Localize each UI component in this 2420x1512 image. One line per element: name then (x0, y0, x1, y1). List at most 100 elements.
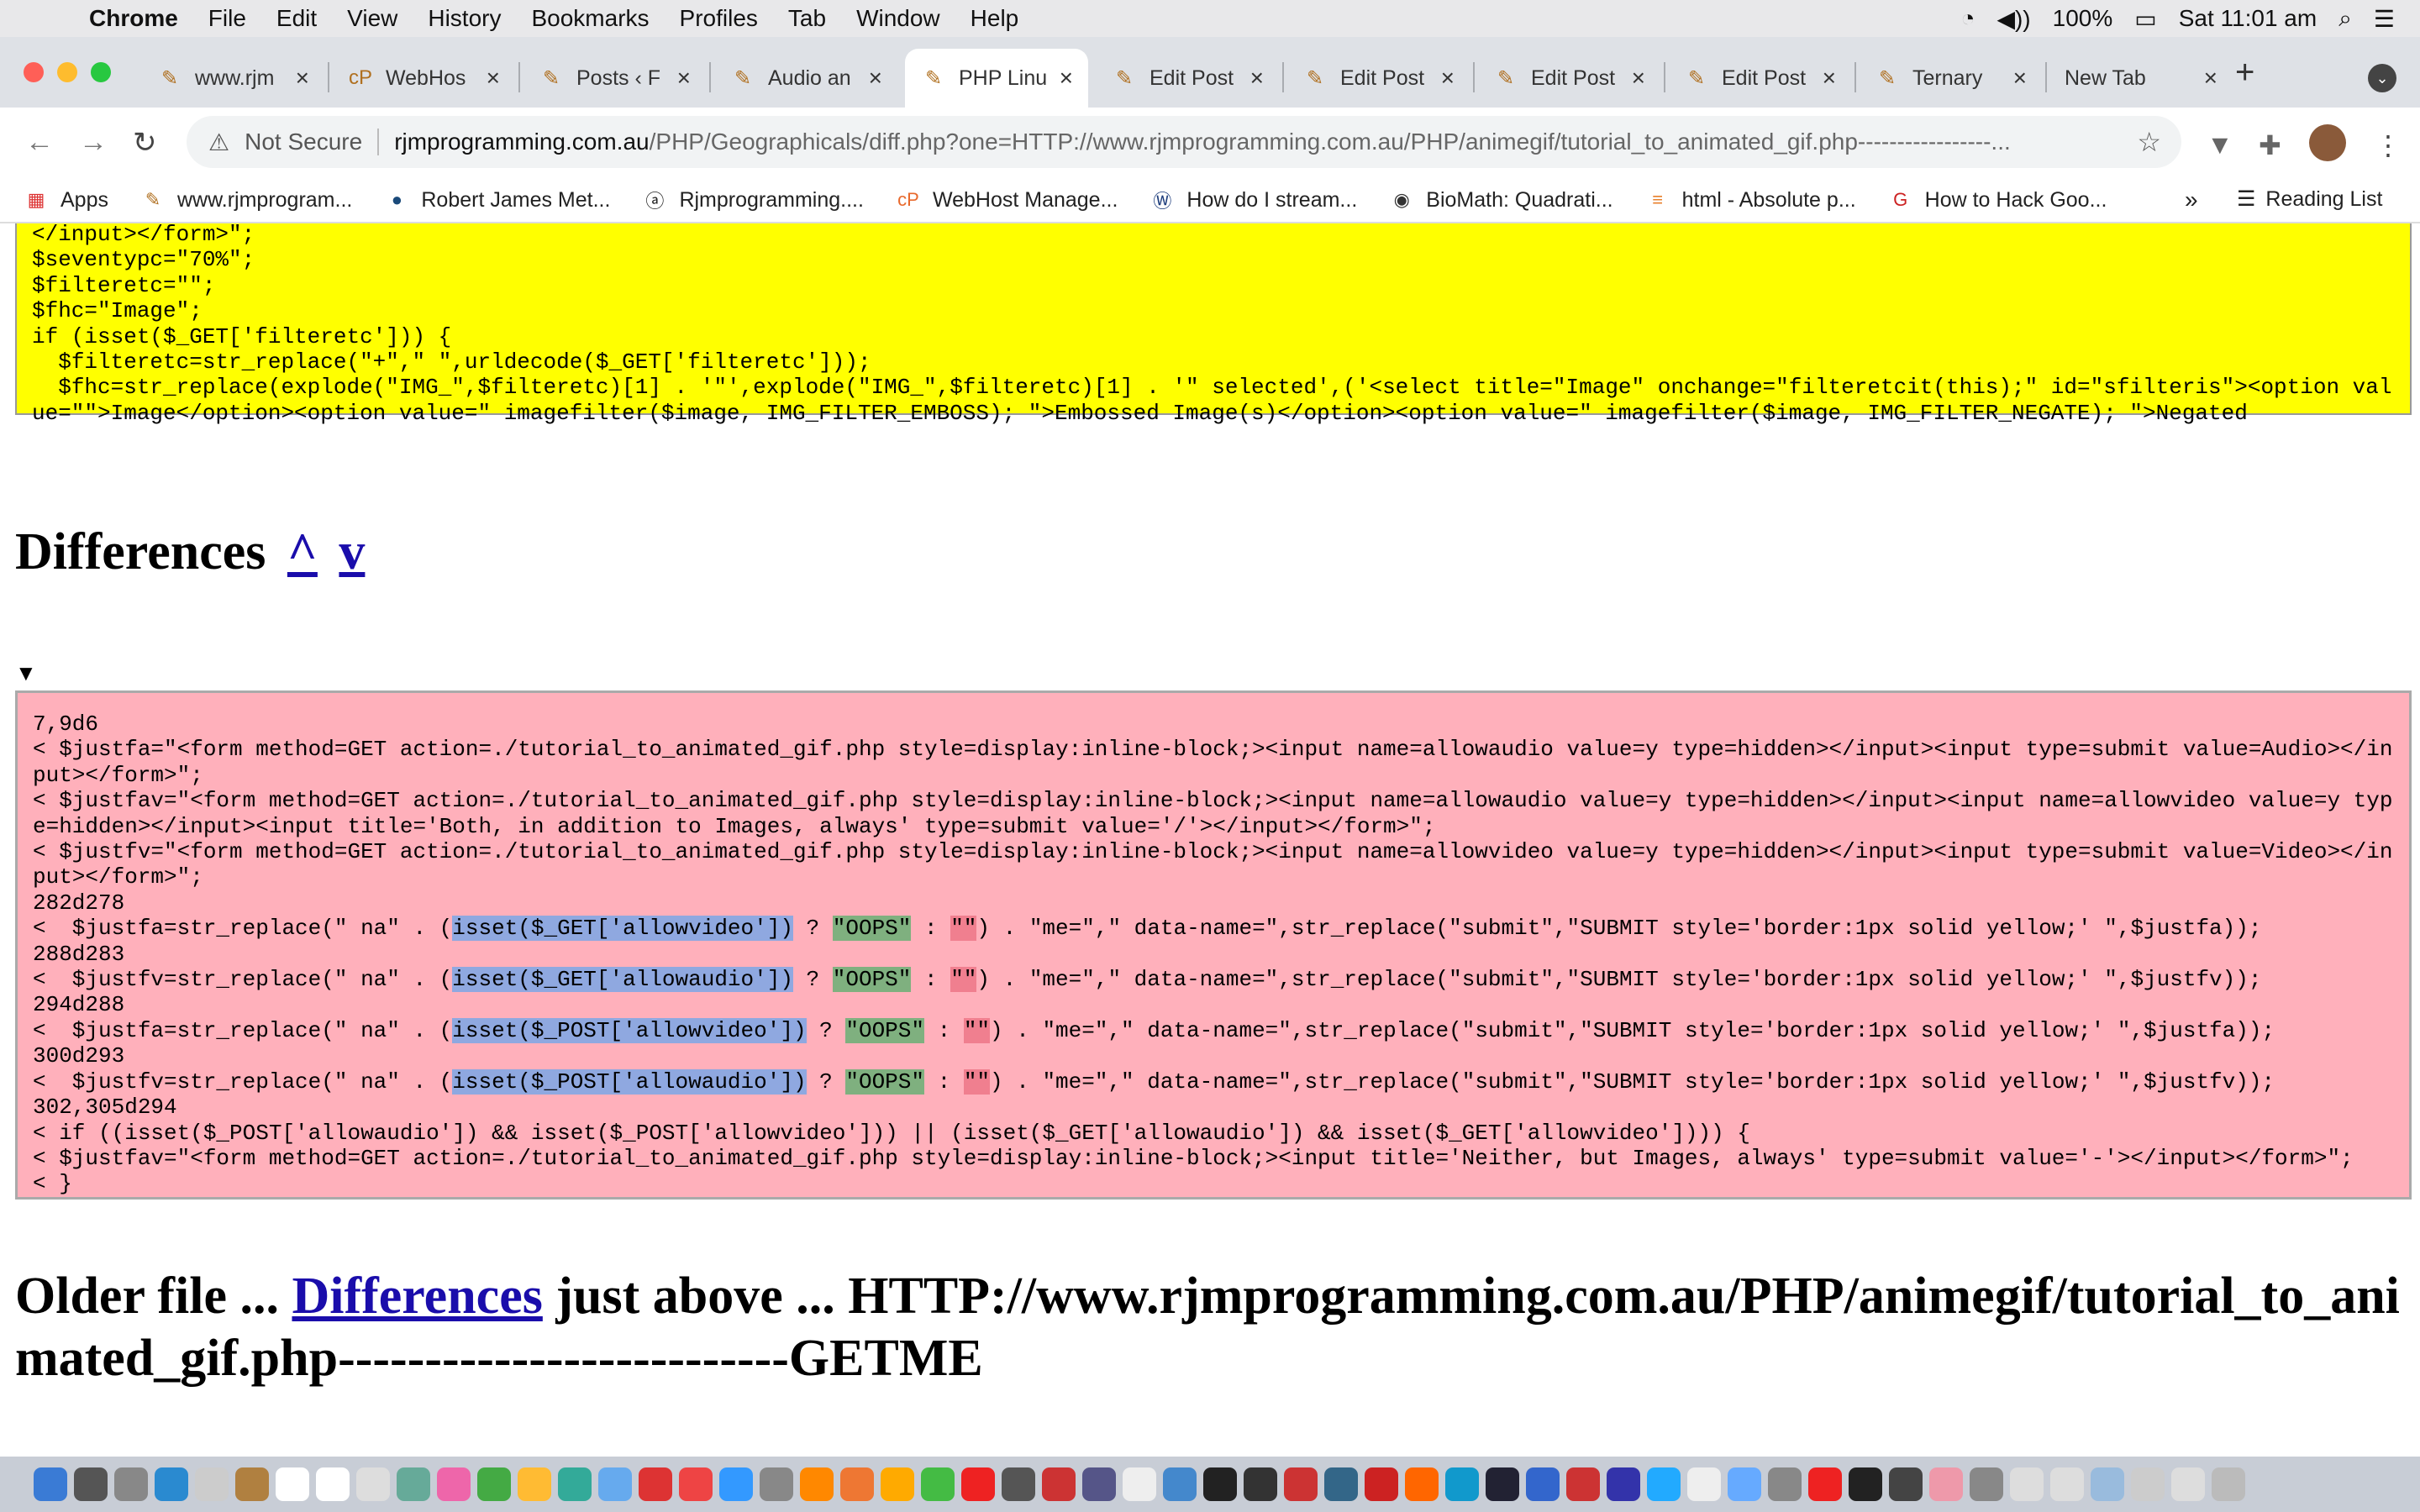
differences-down-link[interactable]: v (339, 523, 365, 580)
tab-7[interactable]: ✎ Edit Post × (1286, 49, 1470, 108)
tab-8[interactable]: ✎ Edit Post × (1477, 49, 1660, 108)
bookmark-9[interactable]: G How to Hack Goo... (1888, 187, 2107, 213)
dock-app-icon[interactable] (1324, 1467, 1358, 1501)
dock-app-icon[interactable] (2212, 1467, 2245, 1501)
close-tab-icon[interactable]: × (677, 65, 691, 92)
menu-history[interactable]: History (428, 5, 501, 32)
close-tab-icon[interactable]: × (487, 65, 500, 92)
dock-app-icon[interactable] (1445, 1467, 1479, 1501)
address-bar[interactable]: ⚠ Not Secure rjmprogramming.com.au /PHP/… (187, 116, 2181, 168)
dock-app-icon[interactable] (881, 1467, 914, 1501)
dock-app-icon[interactable] (1163, 1467, 1197, 1501)
bookmarks-overflow-chevron[interactable]: » (2185, 186, 2198, 213)
dock-app-icon[interactable] (74, 1467, 108, 1501)
dock-app-icon[interactable] (1607, 1467, 1640, 1501)
dock-app-icon[interactable] (1002, 1467, 1035, 1501)
dock-app-icon[interactable] (1647, 1467, 1681, 1501)
dock-app-icon[interactable] (800, 1467, 834, 1501)
clock[interactable]: Sat 11:01 am (2179, 5, 2317, 32)
control-center-icon[interactable]: ☰ (2374, 5, 2395, 33)
menu-app-name[interactable]: Chrome (89, 5, 178, 32)
menu-view[interactable]: View (347, 5, 397, 32)
tab-search-chevron-icon[interactable]: ⌄ (2368, 64, 2396, 92)
spotlight-search-icon[interactable]: ⌕ (2338, 5, 2352, 33)
dock-app-icon[interactable] (1203, 1467, 1237, 1501)
tab-3[interactable]: ✎ Posts ‹ F × (523, 49, 706, 108)
menu-edit[interactable]: Edit (276, 5, 317, 32)
close-tab-icon[interactable]: × (1060, 65, 1073, 92)
dock-app-icon[interactable] (760, 1467, 793, 1501)
zoom-window-button[interactable] (91, 62, 111, 82)
bookmark-star-icon[interactable]: ☆ (2137, 126, 2161, 158)
battery-icon[interactable]: ▭ (2134, 5, 2156, 33)
profile-avatar[interactable] (2309, 124, 2346, 161)
close-window-button[interactable] (24, 62, 44, 82)
tab-2[interactable]: cP WebHos × (332, 49, 515, 108)
warning-triangle-icon[interactable]: ⚠ (208, 129, 229, 156)
close-tab-icon[interactable]: × (2013, 65, 2027, 92)
bookmark-1[interactable]: ▦ Apps (24, 187, 108, 213)
dock-app-icon[interactable] (276, 1467, 309, 1501)
dock-app-icon[interactable] (356, 1467, 390, 1501)
dock-app-icon[interactable] (679, 1467, 713, 1501)
dock-app-icon[interactable] (397, 1467, 430, 1501)
wifi-icon[interactable]: ◔ (1961, 5, 1975, 32)
close-tab-icon[interactable]: × (1632, 65, 1645, 92)
tab-6[interactable]: ✎ Edit Post × (1096, 49, 1279, 108)
dock-app-icon[interactable] (518, 1467, 551, 1501)
bookmark-5[interactable]: cP WebHost Manage... (896, 187, 1118, 213)
close-tab-icon[interactable]: × (1441, 65, 1455, 92)
dock-app-icon[interactable] (1486, 1467, 1519, 1501)
extensions-puzzle-icon[interactable]: ✚ (2259, 129, 2281, 161)
bookmark-4[interactable]: ⓐ Rjmprogramming.... (642, 187, 864, 213)
bookmark-3[interactable]: ● Robert James Met... (384, 187, 611, 213)
menu-window[interactable]: Window (856, 5, 940, 32)
dock-app-icon[interactable] (477, 1467, 511, 1501)
dock-app-icon[interactable] (598, 1467, 632, 1501)
differences-link[interactable]: Differences (292, 1268, 542, 1325)
dock-app-icon[interactable] (2050, 1467, 2084, 1501)
close-tab-icon[interactable]: × (2204, 65, 2217, 92)
dock-app-icon[interactable] (1365, 1467, 1398, 1501)
dock-app-icon[interactable] (2131, 1467, 2165, 1501)
extension-v-icon[interactable]: ▼ (2207, 129, 2233, 160)
dock-app-icon[interactable] (1970, 1467, 2003, 1501)
dock-app-icon[interactable] (1042, 1467, 1076, 1501)
dock-app-icon[interactable] (1123, 1467, 1156, 1501)
bookmark-7[interactable]: ◉ BioMath: Quadrati... (1389, 187, 1613, 213)
bookmark-6[interactable]: Ⓦ How do I stream... (1150, 187, 1357, 213)
dock-app-icon[interactable] (437, 1467, 471, 1501)
volume-icon[interactable]: ◀)) (1996, 5, 2030, 33)
tab-5[interactable]: ✎ PHP Linu × (905, 49, 1088, 108)
dock-app-icon[interactable] (1566, 1467, 1600, 1501)
bookmark-8[interactable]: ≡ html - Absolute p... (1645, 187, 1855, 213)
close-tab-icon[interactable]: × (1250, 65, 1264, 92)
dock-app-icon[interactable] (558, 1467, 592, 1501)
menu-help[interactable]: Help (971, 5, 1019, 32)
details-disclosure-triangle[interactable]: ▼ (15, 660, 37, 686)
dock-app-icon[interactable] (195, 1467, 229, 1501)
reading-list-button[interactable]: ☰ Reading List (2237, 186, 2382, 212)
dock-app-icon[interactable] (1082, 1467, 1116, 1501)
dock-app-icon[interactable] (639, 1467, 672, 1501)
bookmark-2[interactable]: ✎ www.rjmprogram... (140, 187, 353, 213)
dock-app-icon[interactable] (155, 1467, 188, 1501)
close-tab-icon[interactable]: × (1823, 65, 1836, 92)
forward-arrow-icon[interactable]: → (79, 126, 108, 159)
dock-app-icon[interactable] (34, 1467, 67, 1501)
tab-4[interactable]: ✎ Audio an × (714, 49, 897, 108)
minimize-window-button[interactable] (57, 62, 77, 82)
dock-app-icon[interactable] (1768, 1467, 1802, 1501)
dock-app-icon[interactable] (1728, 1467, 1761, 1501)
close-tab-icon[interactable]: × (296, 65, 309, 92)
dock-app-icon[interactable] (1244, 1467, 1277, 1501)
close-tab-icon[interactable]: × (869, 65, 882, 92)
dock-app-icon[interactable] (1526, 1467, 1560, 1501)
tab-1[interactable]: ✎ www.rjm × (141, 49, 324, 108)
dock-app-icon[interactable] (1808, 1467, 1842, 1501)
dock-app-icon[interactable] (1929, 1467, 1963, 1501)
differences-up-link[interactable]: ^ (287, 523, 318, 580)
dock-app-icon[interactable] (1284, 1467, 1318, 1501)
tab-11[interactable]: New Tab × (2049, 49, 2233, 108)
back-arrow-icon[interactable]: ← (25, 126, 54, 159)
